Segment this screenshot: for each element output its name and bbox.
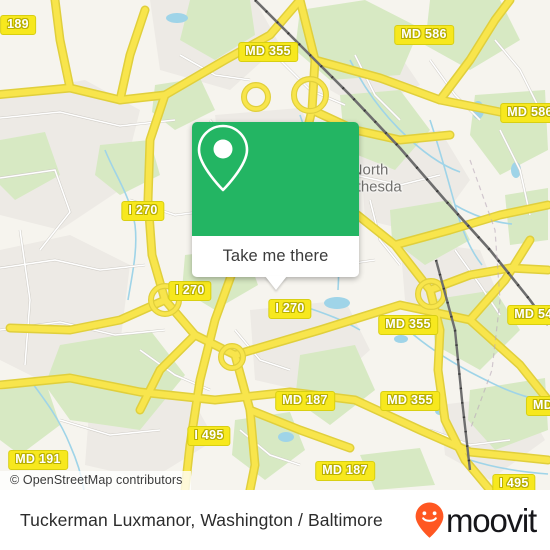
location-title: Tuckerman Luxmanor, Washington / Baltimo… (20, 509, 383, 530)
map-canvas[interactable]: North Bethesda 189 MD 355 MD 586 MD 586 I 270… (0, 0, 550, 490)
highway-shield: I 495 (492, 474, 536, 490)
highway-shield: MD 355 (380, 391, 440, 411)
highway-shield: MD 187 (315, 461, 375, 481)
moovit-pin-smiley-icon (415, 502, 444, 538)
highway-shield: MD 586 (394, 25, 454, 45)
location-callout-card[interactable]: Take me there (192, 122, 359, 290)
highway-shield: I 270 (121, 201, 165, 221)
highway-shield: MD (525, 396, 550, 416)
highway-shield: MD 355 (238, 42, 298, 62)
highway-shield: MD 355 (378, 315, 438, 335)
footer-bar: Tuckerman Luxmanor, Washington / Baltimo… (0, 490, 550, 550)
map-pin-icon (197, 124, 249, 192)
highway-shield: MD 547 (507, 305, 550, 325)
callout-tail (264, 276, 287, 290)
take-me-there-button[interactable]: Take me there (192, 236, 359, 277)
take-me-there-label: Take me there (222, 247, 329, 265)
moovit-wordmark: moovit (446, 501, 537, 539)
osm-attribution[interactable]: © OpenStreetMap contributors (0, 471, 191, 490)
moovit-logo[interactable]: moovit (414, 501, 537, 539)
highway-shield: I 270 (268, 299, 312, 319)
highway-shield: MD 191 (8, 450, 68, 470)
highway-shield: I 270 (168, 281, 212, 301)
highway-shield: 189 (0, 15, 36, 35)
highway-shield: I 495 (187, 426, 231, 446)
highway-shield: MD 187 (275, 391, 335, 411)
osm-attribution-text: © OpenStreetMap contributors (10, 473, 183, 487)
highway-shield: MD 586 (500, 103, 550, 123)
screenshot-root: North Bethesda 189 MD 355 MD 586 MD 586 I 270… (0, 0, 550, 550)
callout-pin-area (192, 122, 359, 236)
